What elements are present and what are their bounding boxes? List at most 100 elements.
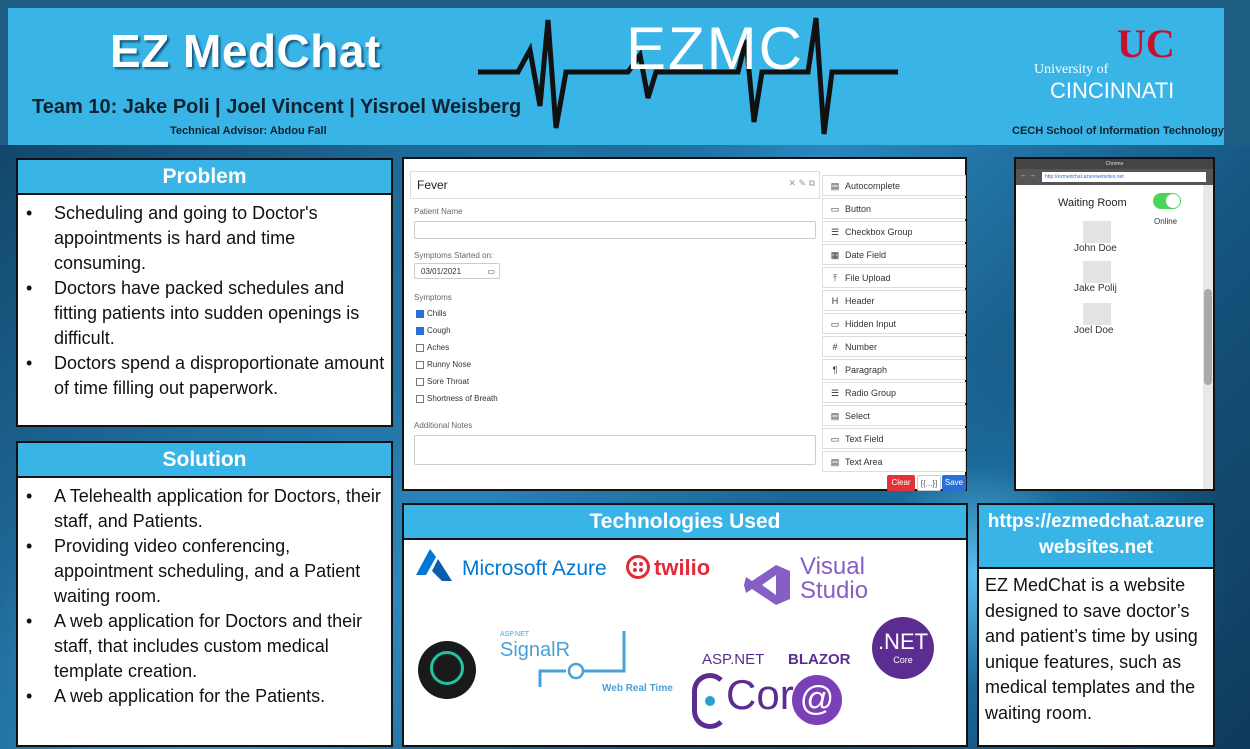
patient-name-label: Patient Name (414, 207, 463, 216)
upload-icon: ⤒ (833, 273, 837, 283)
patient-name[interactable]: Jake Polij (1074, 283, 1117, 294)
patient-name[interactable]: Joel Doe (1074, 325, 1113, 336)
checkbox-checked-icon[interactable] (416, 326, 424, 335)
nav-arrows-icon[interactable]: ← → (1020, 172, 1036, 179)
problem-title: Problem (18, 160, 391, 195)
control-label: Text Field (845, 434, 884, 444)
control-header[interactable]: H Header (822, 290, 966, 311)
list-icon: ☰ (830, 388, 840, 398)
technologies-title: Technologies Used (404, 505, 966, 540)
visual-studio-label: Visual Studio (800, 553, 869, 604)
waiting-room-screenshot: Chrome ← → http://ezmedchat.azurewebsite… (1014, 157, 1215, 491)
control-file-upload[interactable]: ⤒ File Upload (822, 267, 966, 288)
web-real-time-label: Web Real Time (602, 683, 673, 694)
checkbox-checked-icon[interactable] (416, 309, 424, 318)
toggle-knob (1166, 194, 1180, 208)
calendar-icon[interactable]: ▭ (487, 264, 495, 280)
control-number[interactable]: # Number (822, 336, 966, 357)
scrollbar[interactable] (1203, 185, 1213, 489)
symptoms-label: Symptoms (414, 293, 452, 302)
json-button[interactable]: [{...}] (917, 475, 941, 491)
symptom-label: Cough (427, 326, 451, 335)
symptom-checkbox[interactable]: Sore Throat (416, 377, 469, 386)
patient-avatar-icon (1083, 303, 1111, 325)
select-icon: ▤ (830, 411, 840, 421)
online-label: Online (1154, 217, 1178, 226)
control-checkbox-group[interactable]: ☰ Checkbox Group (822, 221, 966, 242)
solution-panel: Solution A Telehealth application for Do… (16, 441, 393, 747)
symptom-checkbox[interactable]: Cough (416, 326, 451, 335)
checkbox-icon[interactable] (416, 377, 424, 386)
control-text-area[interactable]: ▤ Text Area (822, 451, 966, 472)
notes-textarea[interactable] (414, 435, 816, 465)
control-button[interactable]: ▭ Button (822, 198, 966, 219)
field-action-icons[interactable]: ✕ ✎ ⧉ (788, 178, 815, 189)
team-members: Team 10: Jake Poli | Joel Vincent | Yisr… (32, 96, 522, 118)
browser-titlebar: Chrome (1016, 159, 1213, 169)
control-hidden-input[interactable]: ▭ Hidden Input (822, 313, 966, 334)
control-label: Checkbox Group (845, 227, 913, 237)
symptom-label: Sore Throat (427, 377, 470, 386)
control-select[interactable]: ▤ Select (822, 405, 966, 426)
dotnet-label: .NET (877, 629, 929, 654)
symptoms-started-label: Symptoms Started on: (414, 251, 494, 260)
form-builder-screenshot: Fever ✕ ✎ ⧉ Patient Name Symptoms Starte… (402, 157, 967, 491)
patient-name-input[interactable] (414, 221, 816, 239)
control-label: Radio Group (845, 388, 897, 398)
symptom-checkbox[interactable]: Chills (416, 309, 447, 318)
online-toggle[interactable] (1153, 193, 1181, 209)
control-paragraph[interactable]: ¶ Paragraph (822, 359, 966, 380)
control-label: Paragraph (845, 365, 888, 375)
problem-item: Doctors have packed schedules and fittin… (24, 276, 387, 351)
control-label: Header (845, 296, 875, 306)
symptom-checkbox[interactable]: Runny Nose (416, 360, 471, 369)
url-text: http://ezmedchat.azurewebsites.net (1045, 174, 1124, 180)
browser-toolbar: ← → http://ezmedchat.azurewebsites.net (1016, 169, 1213, 185)
control-autocomplete[interactable]: ▤ Autocomplete (822, 175, 966, 196)
website-url-title[interactable]: https://ezmedchat.azurewebsites.net (979, 505, 1213, 569)
symptom-checkbox[interactable]: Shortness of Breath (416, 394, 498, 403)
scrollbar-thumb[interactable] (1204, 289, 1212, 385)
control-radio-group[interactable]: ☰ Radio Group (822, 382, 966, 403)
control-label: File Upload (845, 273, 891, 283)
hash-icon: # (832, 342, 838, 352)
hidden-input-icon: ▭ (830, 319, 840, 329)
browser-title: Chrome (1105, 161, 1124, 167)
checkbox-icon[interactable] (416, 343, 424, 352)
date-input[interactable]: 03/01/2021 ▭ (414, 263, 500, 279)
symptom-label: Chills (427, 309, 447, 318)
checkbox-icon[interactable] (416, 394, 424, 403)
patient-avatar-icon (1083, 261, 1111, 283)
university-name: CINCINNATI (1050, 78, 1175, 103)
checklist-icon: ☰ (830, 227, 840, 237)
save-button[interactable]: Save (942, 475, 966, 491)
technical-advisor: Technical Advisor: Abdou Fall (170, 125, 327, 137)
university-of-label: University of (1034, 62, 1109, 77)
notes-label: Additional Notes (414, 421, 473, 430)
signalr-arrows-icon (538, 631, 626, 687)
aspnet-core-logo-icon (692, 673, 728, 729)
website-panel: https://ezmedchat.azurewebsites.net EZ M… (977, 503, 1215, 747)
signalr-aspnet-label: ASP.NET (500, 631, 530, 638)
blazor-label: BLAZOR (788, 651, 851, 668)
twilio-label: twilio (654, 555, 711, 580)
control-label: Button (845, 204, 872, 214)
dotnet-core-logo: .NET Core (872, 617, 934, 679)
text-area-icon: ▤ (830, 457, 840, 467)
patient-name[interactable]: John Doe (1074, 243, 1117, 254)
address-bar[interactable]: http://ezmedchat.azurewebsites.net (1042, 172, 1206, 182)
uc-logo-mark: UC (1117, 21, 1175, 66)
symptom-checkbox[interactable]: Aches (416, 343, 449, 352)
symptom-label: Runny Nose (427, 360, 472, 369)
control-date-field[interactable]: ▦ Date Field (822, 244, 966, 265)
control-label: Date Field (845, 250, 887, 260)
website-description: EZ MedChat is a website designed to save… (985, 575, 1198, 723)
clear-button[interactable]: Clear (887, 475, 915, 491)
autocomplete-icon: ▤ (830, 181, 840, 191)
twilio-logo-icon (626, 555, 650, 579)
aspnet-label: ASP.NET (702, 651, 765, 668)
control-label: Select (845, 411, 871, 421)
control-text-field[interactable]: ▭ Text Field (822, 428, 966, 449)
checkbox-icon[interactable] (416, 360, 424, 369)
control-label: Hidden Input (845, 319, 897, 329)
